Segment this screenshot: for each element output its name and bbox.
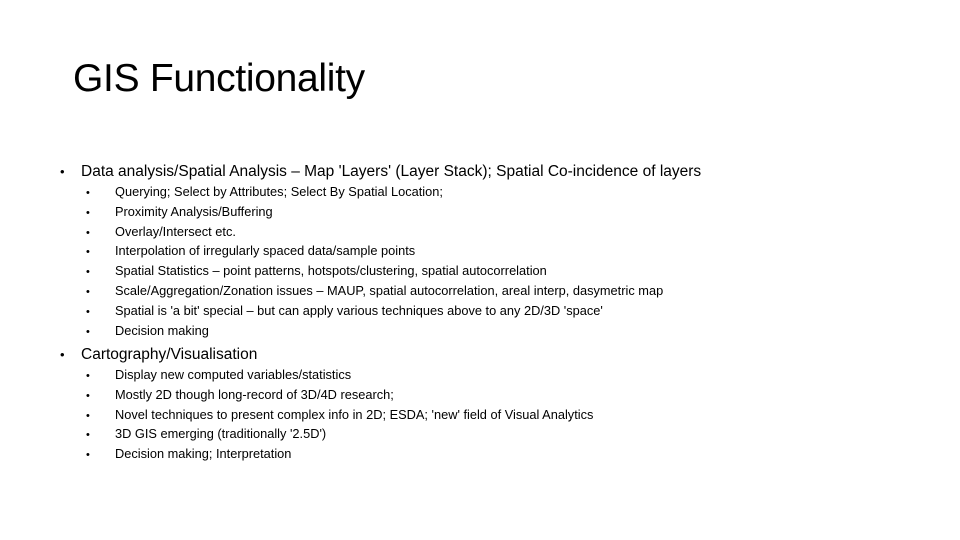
section-heading-text: Data analysis/Spatial Analysis – Map 'La… xyxy=(81,163,702,180)
bullet-icon: • xyxy=(86,325,90,338)
slide-title: GIS Functionality xyxy=(73,57,365,100)
bullet-icon: • xyxy=(86,226,90,239)
list-item: • Mostly 2D though long-record of 3D/4D r… xyxy=(86,386,593,406)
list-item: • Decision making; Interpretation xyxy=(86,445,593,465)
bullet-icon: • xyxy=(86,429,90,442)
list-item: • Scale/Aggregation/Zonation issues – MAU… xyxy=(86,282,701,302)
list-item-text: Novel techniques to present complex info… xyxy=(115,406,594,422)
list-item-text: Mostly 2D though long-record of 3D/4D re… xyxy=(115,386,394,402)
sub-bullet-list: • Display new computed variables/statisti… xyxy=(86,366,593,465)
section-heading: • Cartography/Visualisation xyxy=(60,345,593,365)
section-heading: • Data analysis/Spatial Analysis – Map '… xyxy=(60,162,701,182)
list-item: • Spatial Statistics – point patterns, ho… xyxy=(86,262,701,282)
bullet-icon: • xyxy=(86,409,90,422)
bullet-icon: • xyxy=(86,449,90,462)
list-item-text: Scale/Aggregation/Zonation issues – MAUP… xyxy=(115,282,664,298)
list-item: • Querying; Select by Attributes; Select … xyxy=(86,183,701,203)
bullet-icon: • xyxy=(86,305,90,318)
list-item: • 3D GIS emerging (traditionally '2.5D') xyxy=(86,425,593,445)
bullet-icon: • xyxy=(86,285,90,298)
list-item: • Overlay/Intersect etc. xyxy=(86,223,701,243)
list-item: • Spatial is 'a bit' special – but can ap… xyxy=(86,302,701,322)
section-heading-text: Cartography/Visualisation xyxy=(81,346,258,363)
bullet-icon: • xyxy=(86,370,90,382)
section-data-analysis: • Data analysis/Spatial Analysis – Map '… xyxy=(60,162,701,341)
list-item-text: Decision making xyxy=(115,322,209,338)
bullet-icon: • xyxy=(86,206,90,219)
list-item: • Display new computed variables/statisti… xyxy=(86,366,593,386)
list-item-text: Querying; Select by Attributes; Select B… xyxy=(115,184,443,199)
bullet-icon: • xyxy=(86,266,90,279)
list-item-text: Display new computed variables/statistic… xyxy=(115,367,352,382)
list-item: • Proximity Analysis/Buffering xyxy=(86,203,701,223)
sub-bullet-list: • Querying; Select by Attributes; Select … xyxy=(86,183,701,341)
list-item-text: Spatial is 'a bit' special – but can app… xyxy=(115,302,603,318)
list-item-text: Interpolation of irregularly spaced data… xyxy=(115,243,416,259)
bullet-icon: • xyxy=(86,246,90,259)
list-item: • Interpolation of irregularly spaced dat… xyxy=(86,242,701,262)
bullet-icon: • xyxy=(86,389,90,402)
list-item-text: Overlay/Intersect etc. xyxy=(115,223,236,239)
list-item-text: Spatial Statistics – point patterns, hot… xyxy=(115,263,547,279)
list-item-text: Decision making; Interpretation xyxy=(115,446,292,462)
bullet-icon: • xyxy=(86,187,90,199)
list-item-text: Proximity Analysis/Buffering xyxy=(115,203,273,219)
list-item: • Novel techniques to present complex inf… xyxy=(86,406,593,426)
list-item-text: 3D GIS emerging (traditionally '2.5D') xyxy=(115,426,327,442)
section-cartography: • Cartography/Visualisation • Display new… xyxy=(60,345,593,465)
list-item: • Decision making xyxy=(86,322,701,342)
bullet-icon: • xyxy=(60,164,65,179)
bullet-icon: • xyxy=(60,347,65,362)
